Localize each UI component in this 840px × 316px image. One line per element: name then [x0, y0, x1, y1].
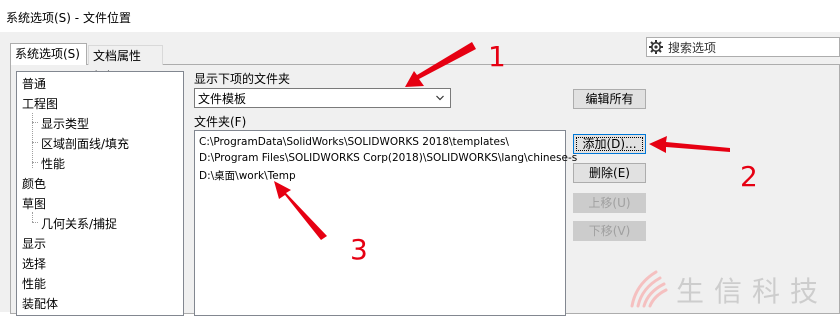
tab-system-options[interactable]: 系统选项(S) — [10, 43, 87, 65]
title-bar: 系统选项(S) - 文件位置 — [0, 0, 840, 32]
tree-item-performance[interactable]: 性能 — [22, 275, 46, 292]
move-up-button[interactable]: 上移(U) — [573, 193, 646, 213]
focus-rect — [576, 137, 643, 151]
tree-item-drawings[interactable]: 工程图 — [22, 95, 58, 112]
tree-item-general[interactable]: 普通 — [22, 75, 46, 92]
annotation-number-2: 2 — [740, 160, 758, 193]
chevron-down-icon — [436, 95, 444, 101]
folder-list-item[interactable]: D:\Program Files\SOLIDWORKS Corp(2018)\S… — [199, 152, 577, 164]
tree-item-relations-snaps[interactable]: 几何关系/捕捉 — [41, 215, 117, 232]
window-title: 系统选项(S) - 文件位置 — [6, 11, 131, 25]
tree-connector — [32, 212, 33, 222]
folder-type-value: 文件模板 — [198, 92, 247, 106]
tree-item-colors[interactable]: 颜色 — [22, 175, 46, 192]
tree-connector — [32, 162, 38, 163]
folder-list-item[interactable]: C:\ProgramData\SolidWorks\SOLIDWORKS 201… — [199, 136, 509, 148]
gear-search-icon — [649, 40, 663, 54]
tree-connector — [32, 122, 38, 123]
tree-item-assemblies[interactable]: 装配体 — [22, 295, 58, 312]
move-down-button[interactable]: 下移(V) — [573, 221, 646, 241]
annotation-number-1: 1 — [488, 40, 506, 73]
folder-type-label: 显示下项的文件夹 — [194, 72, 291, 86]
tree-connector — [32, 142, 38, 143]
search-placeholder: 搜索选项 — [668, 41, 717, 55]
tree-item-display-type[interactable]: 显示类型 — [41, 115, 89, 132]
watermark-logo — [630, 270, 668, 308]
delete-button[interactable]: 删除(E) — [573, 163, 646, 183]
tree-item-display[interactable]: 显示 — [22, 235, 46, 252]
tree-item-selection[interactable]: 选择 — [22, 255, 46, 272]
watermark-text: 生信科技 — [676, 275, 829, 308]
tree-item-sketch[interactable]: 草图 — [22, 195, 46, 212]
folder-list-item[interactable]: D:\桌面\work\Temp — [199, 168, 296, 183]
tree-item-drawing-performance[interactable]: 性能 — [41, 155, 65, 172]
tree-item-area-hatch[interactable]: 区域剖面线/填充 — [41, 135, 129, 152]
tab-document-properties[interactable]: 文档属性(D) — [88, 45, 163, 83]
edit-all-button[interactable]: 编辑所有 — [573, 89, 646, 109]
add-button[interactable]: 添加(D)... — [573, 134, 646, 154]
tree-connector — [32, 222, 38, 223]
annotation-number-3: 3 — [350, 233, 368, 266]
folders-label: 文件夹(F) — [194, 115, 247, 129]
